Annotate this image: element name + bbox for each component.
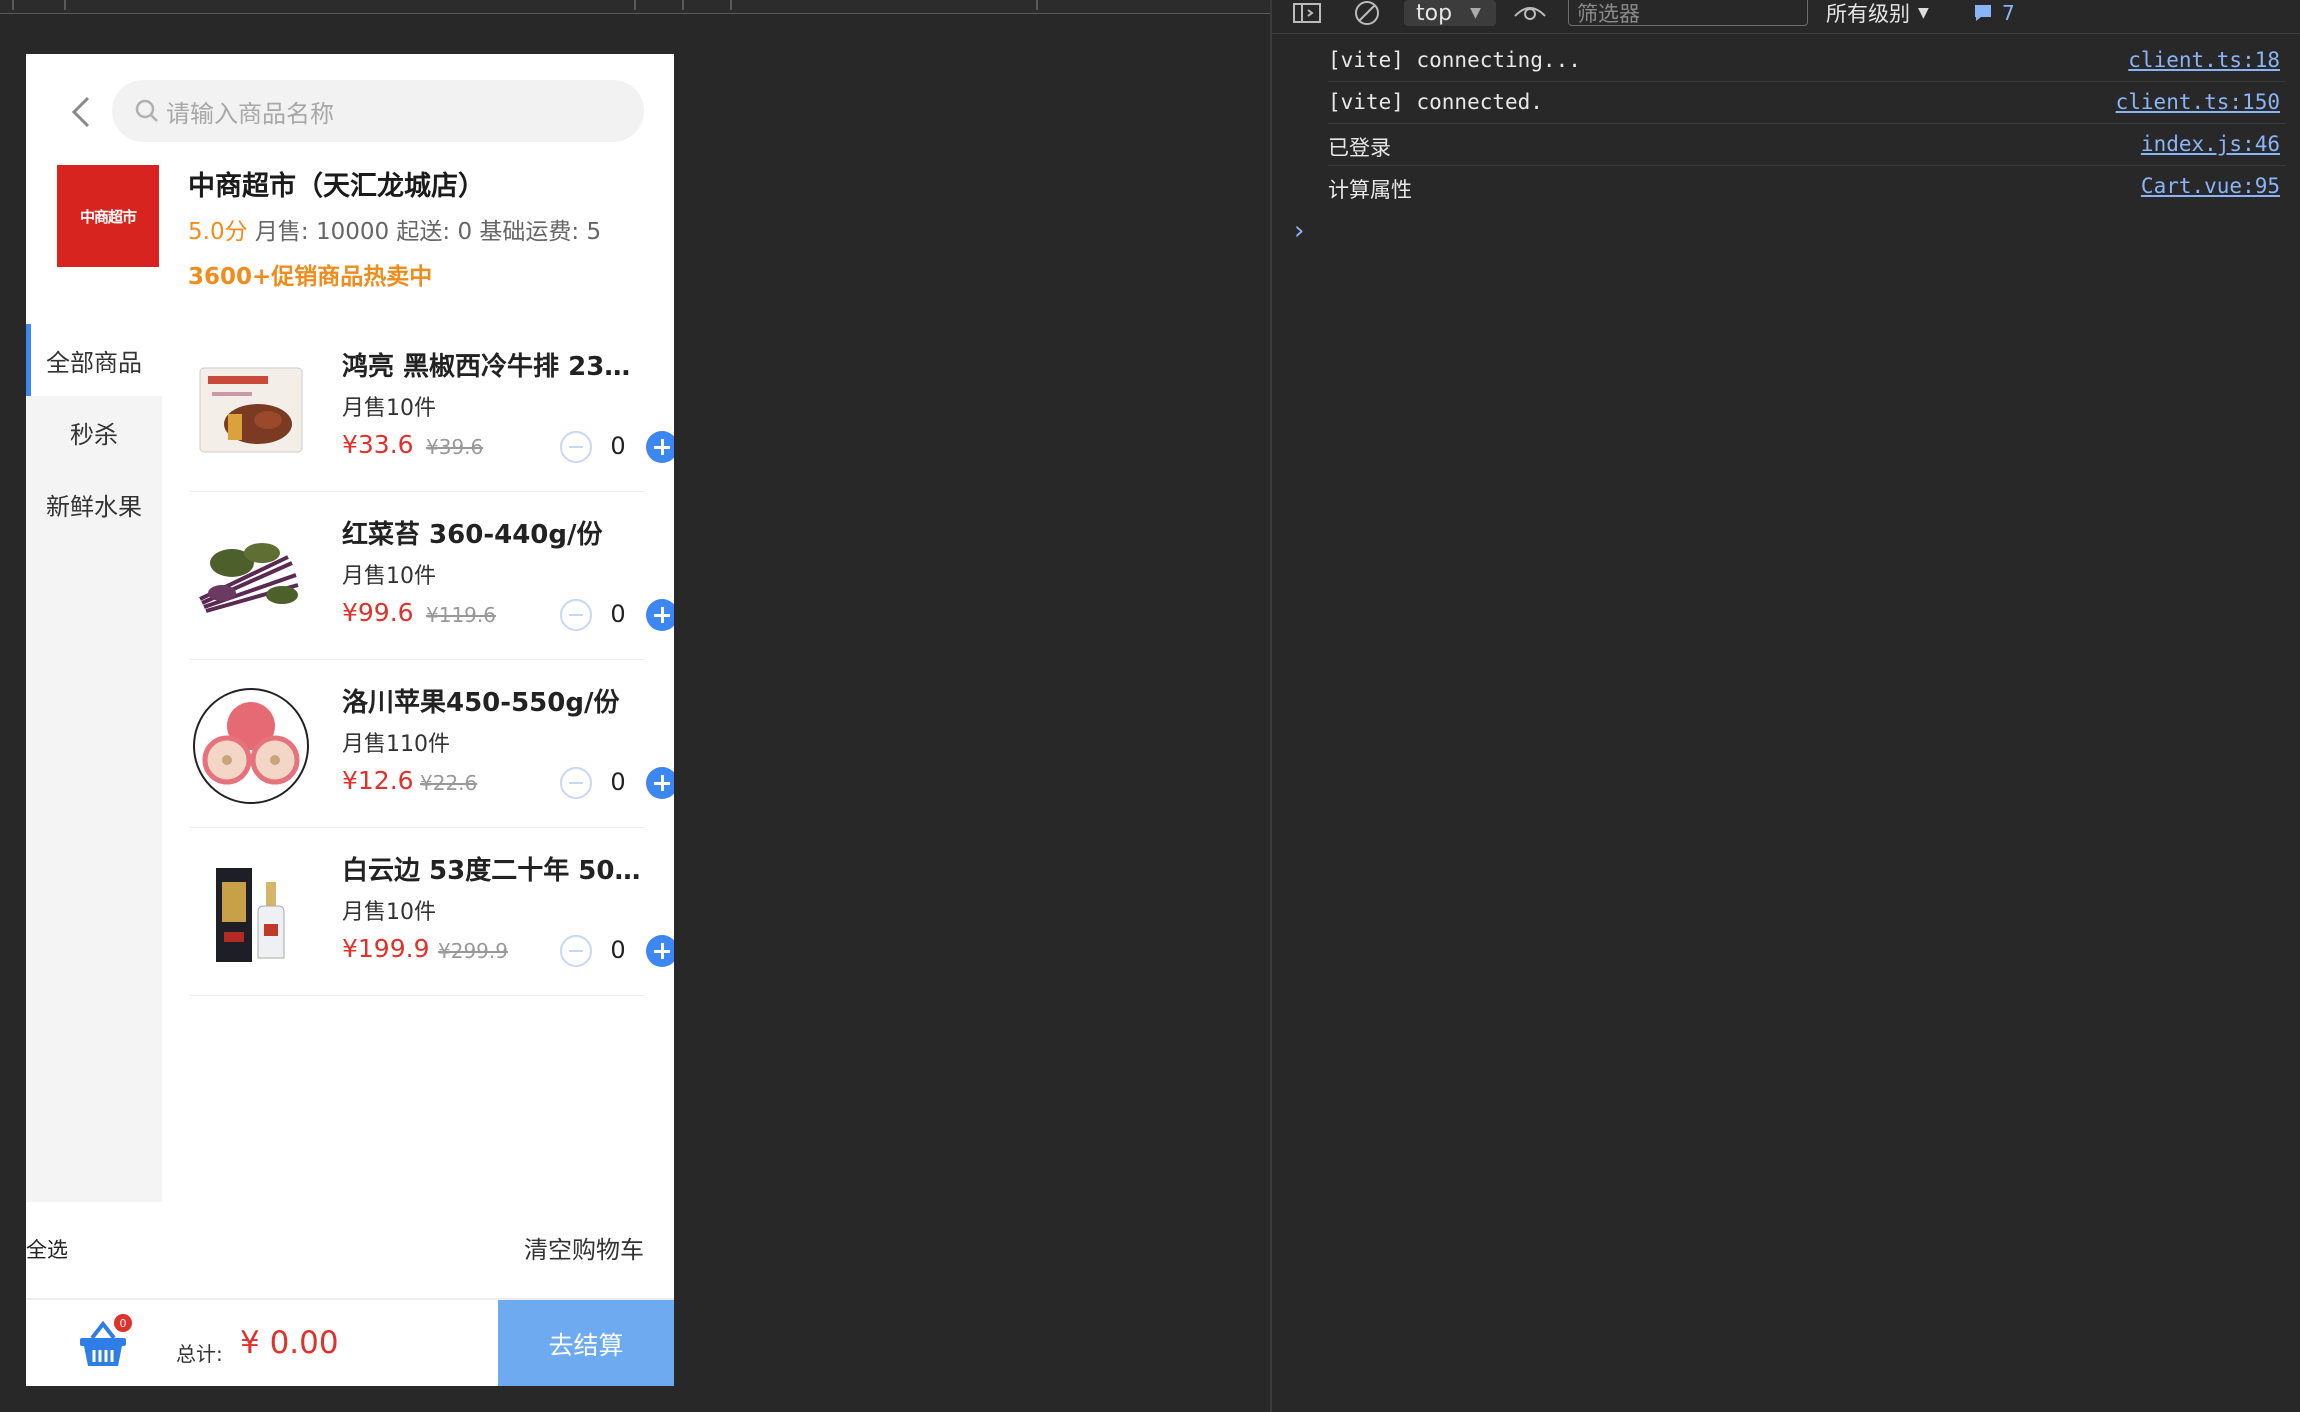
clear-console-icon[interactable] [1352, 0, 1382, 28]
product-item[interactable]: 洛川苹果450-550g/份 月售110件 ¥12.6 ¥22.6 0 [190, 660, 674, 828]
category-sidebar: 全部商品 秒杀 新鲜水果 [26, 324, 162, 1202]
log-message: [vite] connecting... [1328, 48, 1581, 72]
topbar-divider [682, 0, 684, 10]
category-all[interactable]: 全部商品 [26, 324, 162, 396]
steak-package-thumb [190, 350, 312, 470]
product-original-price: ¥119.6 [426, 603, 496, 627]
quantity-value: 0 [610, 600, 626, 628]
log-source-link[interactable]: index.js:46 [2141, 132, 2280, 156]
product-original-price: ¥299.9 [438, 939, 508, 963]
product-item[interactable]: 白云边 53度二十年 500... 月售10件 ¥199.9 ¥299.9 0 [190, 828, 674, 996]
context-select[interactable]: top ▼ [1404, 0, 1496, 26]
issues-button[interactable]: 7 [1972, 0, 2015, 26]
store-name: 中商超市（天汇龙城店） [188, 171, 485, 202]
decrease-quantity-button[interactable] [560, 935, 592, 967]
total-value: ¥ 0.00 [240, 1325, 339, 1361]
total-label: 总计: [176, 1342, 223, 1366]
category-label: 全部商品 [46, 348, 142, 377]
product-price: ¥99.6 [342, 598, 414, 627]
product-name[interactable]: 白云边 53度二十年 500... [342, 850, 642, 887]
product-sales: 月售10件 [342, 396, 436, 421]
product-original-price: ¥39.6 [426, 435, 484, 459]
product-sales: 月售10件 [342, 900, 436, 925]
search-placeholder: 请输入商品名称 [166, 99, 334, 128]
log-level-value: 所有级别 [1826, 2, 1910, 26]
log-message: 已登录 [1328, 136, 1391, 160]
product-list: 鸿亮 黑椒西冷牛排 230... 月售10件 ¥33.6 ¥39.6 0 红菜苔… [190, 324, 674, 996]
product-price: ¥12.6 [342, 766, 414, 795]
store-promo: 3600+促销商品热卖中 [188, 264, 433, 290]
cart-bar: 0 总计: ¥ 0.00 去结算 [26, 1298, 674, 1386]
apple-thumb [190, 686, 312, 806]
increase-quantity-button[interactable] [646, 431, 674, 463]
topbar-divider [1036, 0, 1038, 10]
topbar-divider [730, 0, 732, 10]
log-message: [vite] connected. [1328, 90, 1543, 114]
topbar-divider [634, 0, 636, 10]
console-log-row: [vite] connected. client.ts:150 [1328, 82, 2286, 124]
product-item[interactable]: 红菜苔 360-440g/份 月售10件 ¥99.6 ¥119.6 0 [190, 492, 674, 660]
category-fresh-fruit[interactable]: 新鲜水果 [26, 468, 162, 540]
console-log-row: 已登录 index.js:46 [1328, 124, 2286, 166]
chevron-down-icon: ▼ [1470, 5, 1481, 21]
decrease-quantity-button[interactable] [560, 767, 592, 799]
log-message: 计算属性 [1328, 178, 1412, 202]
search-icon [135, 99, 158, 122]
decrease-quantity-button[interactable] [560, 599, 592, 631]
console-prompt-chevron-icon[interactable]: › [1294, 216, 1304, 246]
issues-chat-icon [1975, 5, 1991, 21]
live-expression-eye-icon[interactable] [1512, 0, 1548, 28]
increase-quantity-button[interactable] [646, 935, 674, 967]
console-log-row: 计算属性 Cart.vue:95 [1328, 166, 2286, 208]
decrease-quantity-button[interactable] [560, 431, 592, 463]
product-sales: 月售110件 [342, 732, 450, 757]
chevron-down-icon: ▼ [1918, 5, 1929, 21]
log-source-link[interactable]: Cart.vue:95 [2141, 174, 2280, 198]
preview-topbar [0, 0, 1270, 14]
category-label: 秒杀 [70, 420, 118, 449]
search-input[interactable]: 请输入商品名称 [112, 80, 644, 142]
store-logo: 中商超市 [57, 165, 159, 267]
log-level-select[interactable]: 所有级别 ▼ [1826, 0, 1929, 26]
log-source-link[interactable]: client.ts:18 [2128, 48, 2280, 72]
quantity-value: 0 [610, 768, 626, 796]
product-item[interactable]: 鸿亮 黑椒西冷牛排 230... 月售10件 ¥33.6 ¥39.6 0 [190, 324, 674, 492]
back-arrow-icon[interactable] [62, 92, 102, 132]
topbar-divider [12, 0, 14, 10]
category-seckill[interactable]: 秒杀 [26, 396, 162, 468]
context-value: top [1416, 0, 1453, 26]
shop-page: 请输入商品名称 中商超市 中商超市（天汇龙城店） 5.0分 月售: 10000 … [26, 54, 674, 1386]
console-log-row: [vite] connecting... client.ts:18 [1328, 40, 2286, 82]
select-all-checkbox[interactable]: 全选 [26, 1234, 68, 1264]
product-price: ¥199.9 [342, 934, 430, 963]
clear-cart-button[interactable]: 清空购物车 [524, 1230, 644, 1265]
quantity-value: 0 [610, 936, 626, 964]
cart-count-badge: 0 [114, 1314, 132, 1332]
store-stats-text: 月售: 10000 起送: 0 基础运费: 5 [254, 219, 602, 245]
product-original-price: ¥22.6 [420, 771, 478, 795]
issues-count: 7 [2002, 1, 2015, 25]
product-name[interactable]: 鸿亮 黑椒西冷牛排 230... [342, 346, 642, 383]
store-stats: 5.0分 月售: 10000 起送: 0 基础运费: 5 [188, 212, 601, 246]
vegetable-bunch-thumb [190, 518, 312, 638]
sidebar-toggle-icon[interactable] [1292, 0, 1322, 28]
console-toolbar: top ▼ 筛选器 所有级别 ▼ 7 [1272, 0, 2300, 34]
topbar-divider [64, 0, 66, 10]
store-logo-text: 中商超市 [79, 207, 137, 226]
log-source-link[interactable]: client.ts:150 [2116, 90, 2280, 114]
increase-quantity-button[interactable] [646, 767, 674, 799]
store-score: 5.0分 [188, 219, 248, 245]
product-name[interactable]: 红菜苔 360-440g/份 [342, 514, 642, 551]
liquor-bottle-thumb [190, 854, 312, 974]
category-label: 新鲜水果 [46, 492, 142, 521]
checkout-button[interactable]: 去结算 [498, 1300, 674, 1386]
devtools-console: top ▼ 筛选器 所有级别 ▼ 7 [vite] connecting... … [1272, 0, 2300, 1412]
product-sales: 月售10件 [342, 564, 436, 589]
quantity-value: 0 [610, 432, 626, 460]
increase-quantity-button[interactable] [646, 599, 674, 631]
filter-placeholder: 筛选器 [1577, 1, 1640, 26]
filter-input[interactable]: 筛选器 [1568, 0, 1808, 26]
product-price: ¥33.6 [342, 430, 414, 459]
product-name[interactable]: 洛川苹果450-550g/份 [342, 682, 642, 719]
